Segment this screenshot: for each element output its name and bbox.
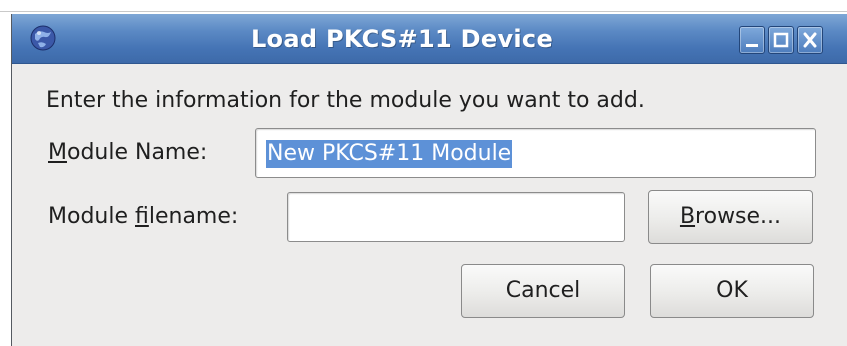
close-button[interactable] bbox=[797, 26, 823, 54]
module-filename-label-rest: ilename: bbox=[148, 204, 239, 229]
ok-button[interactable]: OK bbox=[650, 264, 814, 318]
module-name-label: Module Name: bbox=[48, 140, 207, 165]
module-name-label-rest: odule Name: bbox=[66, 140, 208, 165]
module-filename-input[interactable] bbox=[287, 192, 625, 242]
module-name-label-mnemonic: M bbox=[48, 140, 67, 165]
browse-mnemonic: B bbox=[679, 204, 696, 229]
browse-label-rest: rowse... bbox=[695, 204, 782, 229]
module-name-value: New PKCS#11 Module bbox=[266, 140, 513, 168]
maximize-button[interactable] bbox=[768, 26, 794, 54]
title-bar[interactable]: Load PKCS#11 Device bbox=[12, 14, 847, 64]
browse-button[interactable]: Browse... bbox=[648, 190, 813, 244]
maximize-icon bbox=[769, 27, 793, 53]
module-filename-label-mnemonic: f bbox=[135, 204, 149, 229]
window-title: Load PKCS#11 Device bbox=[250, 25, 554, 53]
close-icon bbox=[798, 27, 822, 53]
minimize-button[interactable] bbox=[739, 26, 765, 54]
module-name-input[interactable]: New PKCS#11 Module bbox=[255, 128, 816, 178]
load-pkcs11-dialog: Load PKCS#11 Device Enter the informatio… bbox=[11, 14, 847, 346]
module-filename-label: Module filename: bbox=[48, 204, 238, 229]
instructions-text: Enter the information for the module you… bbox=[46, 88, 645, 113]
module-filename-label-prefix: Module bbox=[48, 204, 135, 229]
minimize-icon bbox=[740, 27, 764, 53]
background-divider bbox=[0, 11, 847, 12]
cancel-button[interactable]: Cancel bbox=[461, 264, 625, 318]
